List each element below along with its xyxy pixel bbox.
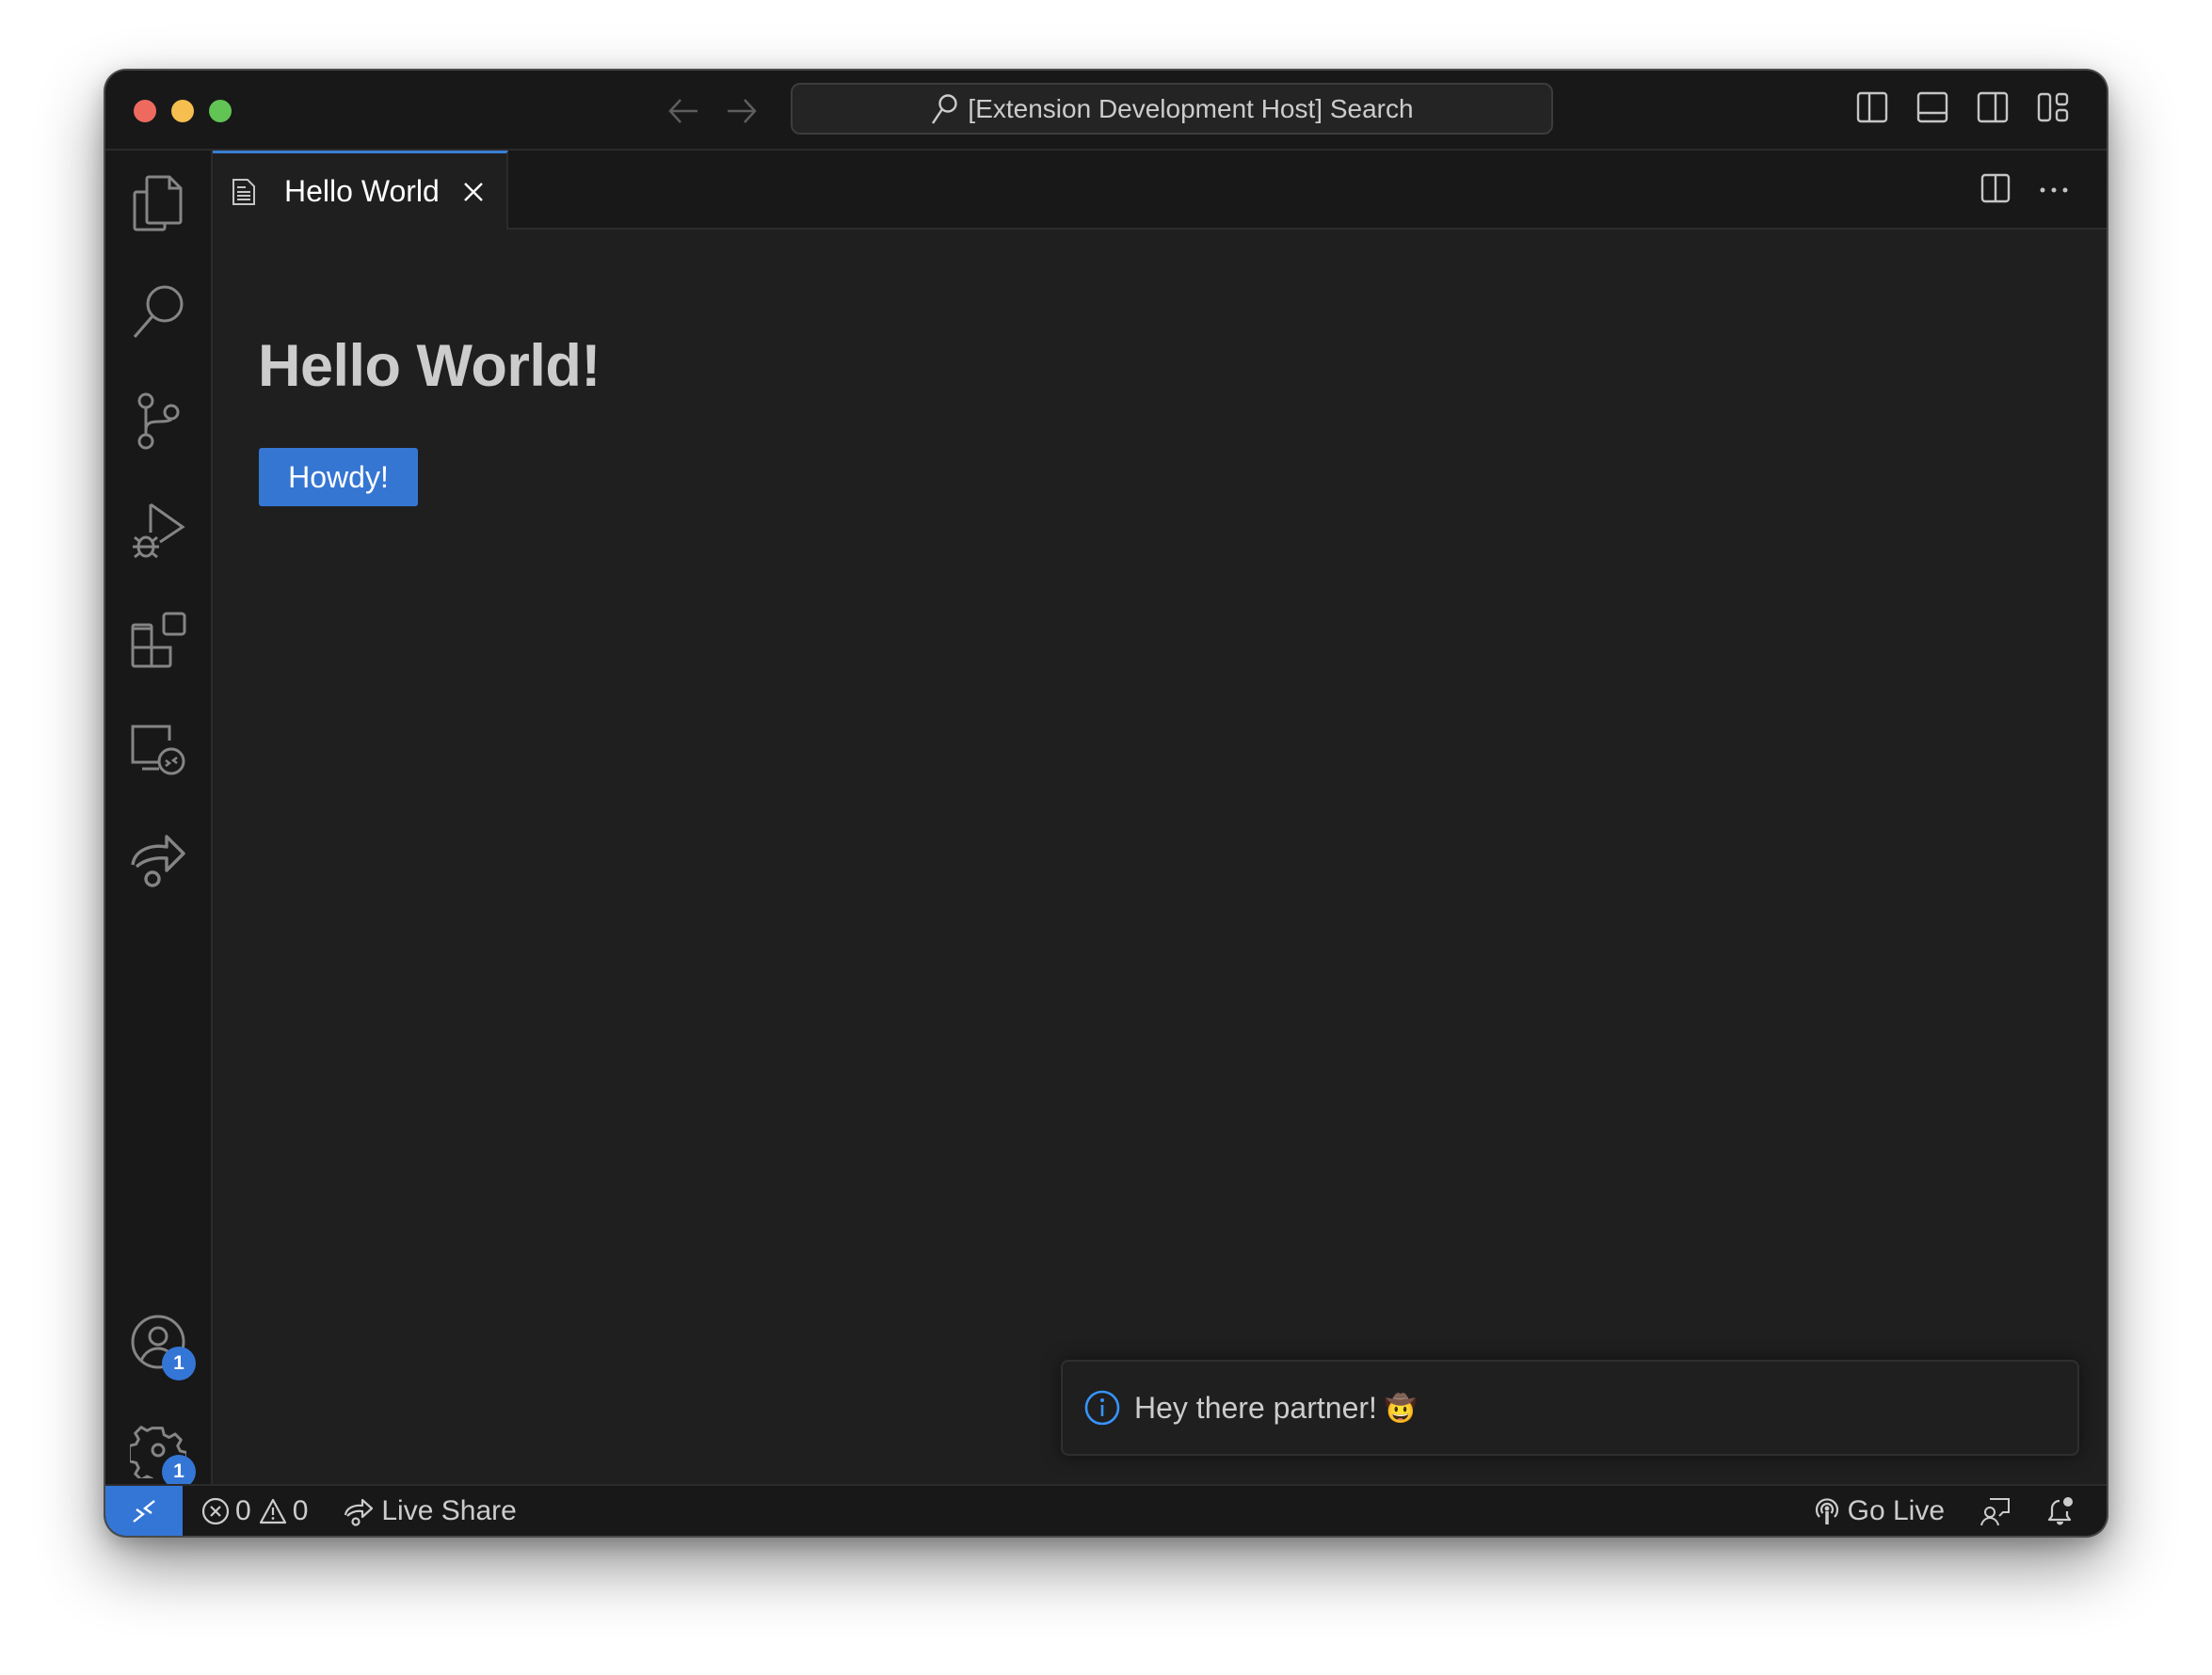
howdy-button[interactable]: Howdy! <box>259 448 418 506</box>
go-live-button[interactable]: Go Live <box>1814 1486 1945 1536</box>
go-back-button[interactable] <box>667 97 699 125</box>
error-icon <box>201 1497 230 1524</box>
toggle-primary-sidebar-icon <box>1856 91 1888 123</box>
activity-bar: 1 1 <box>105 151 213 1489</box>
error-count: 0 <box>235 1494 251 1526</box>
feedback-button[interactable] <box>1980 1486 2011 1536</box>
remote-indicator-button[interactable] <box>105 1486 183 1536</box>
live-share-icon <box>345 1498 374 1526</box>
remote-explorer-icon <box>131 725 185 775</box>
split-editor-icon <box>1980 173 2011 203</box>
webview-panel: Hello World! Howdy! <box>213 230 2107 1484</box>
live-share-label: Live Share <box>381 1494 517 1526</box>
arrow-right-icon <box>728 99 757 123</box>
split-editor-button[interactable] <box>1980 173 2011 208</box>
activity-run-debug[interactable] <box>105 484 211 578</box>
status-bar-right: Go Live <box>1814 1486 2107 1536</box>
bell-dot-icon <box>2047 1496 2073 1524</box>
toggle-primary-sidebar-button[interactable] <box>1856 91 1888 123</box>
zoom-window-button[interactable] <box>209 100 232 122</box>
activity-source-control[interactable] <box>105 375 211 469</box>
activity-remote-explorer[interactable] <box>105 702 211 796</box>
activity-live-share[interactable] <box>105 811 211 905</box>
close-icon <box>463 182 483 201</box>
go-live-label: Go Live <box>1847 1494 1945 1526</box>
notifications-button[interactable] <box>2046 1486 2075 1536</box>
warning-count: 0 <box>292 1494 309 1526</box>
notification-message: Hey there partner! <box>1134 1390 1377 1425</box>
cowboy-emoji: 🤠 <box>1384 1393 1418 1423</box>
preview-file-icon <box>232 178 255 205</box>
editor-tab-bar: Hello World <box>213 151 2107 230</box>
activity-manage[interactable]: 1 <box>105 1403 211 1497</box>
live-share-status[interactable]: Live Share <box>344 1486 517 1536</box>
search-icon <box>932 93 958 124</box>
search-icon <box>133 285 184 339</box>
layout-controls <box>1856 91 2069 123</box>
source-control-icon <box>137 392 180 450</box>
toggle-panel-icon <box>1916 91 1948 123</box>
status-bar: 0 0 Live Share Go Live <box>105 1484 2107 1536</box>
customize-layout-icon <box>2037 92 2069 122</box>
more-actions-icon <box>2040 187 2068 192</box>
notification-toast[interactable]: Hey there partner! 🤠 <box>1061 1360 2079 1456</box>
command-center-search[interactable]: [Extension Development Host] Search <box>791 83 1553 135</box>
close-window-button[interactable] <box>134 100 156 122</box>
toggle-secondary-sidebar-icon <box>1977 91 2009 123</box>
activity-accounts[interactable]: 1 <box>105 1295 211 1389</box>
page-heading: Hello World! <box>258 333 601 399</box>
feedback-icon <box>1980 1497 2010 1525</box>
go-forward-button[interactable] <box>726 97 758 125</box>
minimize-window-button[interactable] <box>171 100 194 122</box>
warning-icon <box>259 1498 286 1523</box>
toggle-panel-button[interactable] <box>1916 91 1948 123</box>
command-center-label: [Extension Development Host] Search <box>968 93 1414 123</box>
toggle-secondary-sidebar-button[interactable] <box>1977 91 2009 123</box>
more-actions-button[interactable] <box>2039 183 2069 199</box>
editor-actions <box>1980 173 2069 208</box>
activity-search[interactable] <box>105 265 211 359</box>
files-icon <box>133 175 183 231</box>
activity-explorer[interactable] <box>105 156 211 250</box>
tab-close-button[interactable] <box>460 179 487 205</box>
arrow-left-icon <box>668 99 697 123</box>
tab-hello-world[interactable]: Hello World <box>213 151 508 230</box>
customize-layout-button[interactable] <box>2037 91 2069 123</box>
activity-extensions[interactable] <box>105 593 211 687</box>
broadcast-icon <box>1815 1497 1838 1524</box>
problems-indicator[interactable]: 0 0 <box>201 1486 315 1536</box>
tab-label: Hello World <box>284 174 440 208</box>
vscode-window: [Extension Development Host] Search 1 1 … <box>105 71 2107 1536</box>
debug-icon <box>133 502 185 559</box>
title-bar: [Extension Development Host] Search <box>105 71 2107 151</box>
extensions-icon <box>131 612 186 668</box>
accounts-badge: 1 <box>162 1347 196 1380</box>
remote-icon <box>133 1499 155 1523</box>
live-share-icon <box>131 835 185 887</box>
info-icon <box>1084 1390 1120 1426</box>
